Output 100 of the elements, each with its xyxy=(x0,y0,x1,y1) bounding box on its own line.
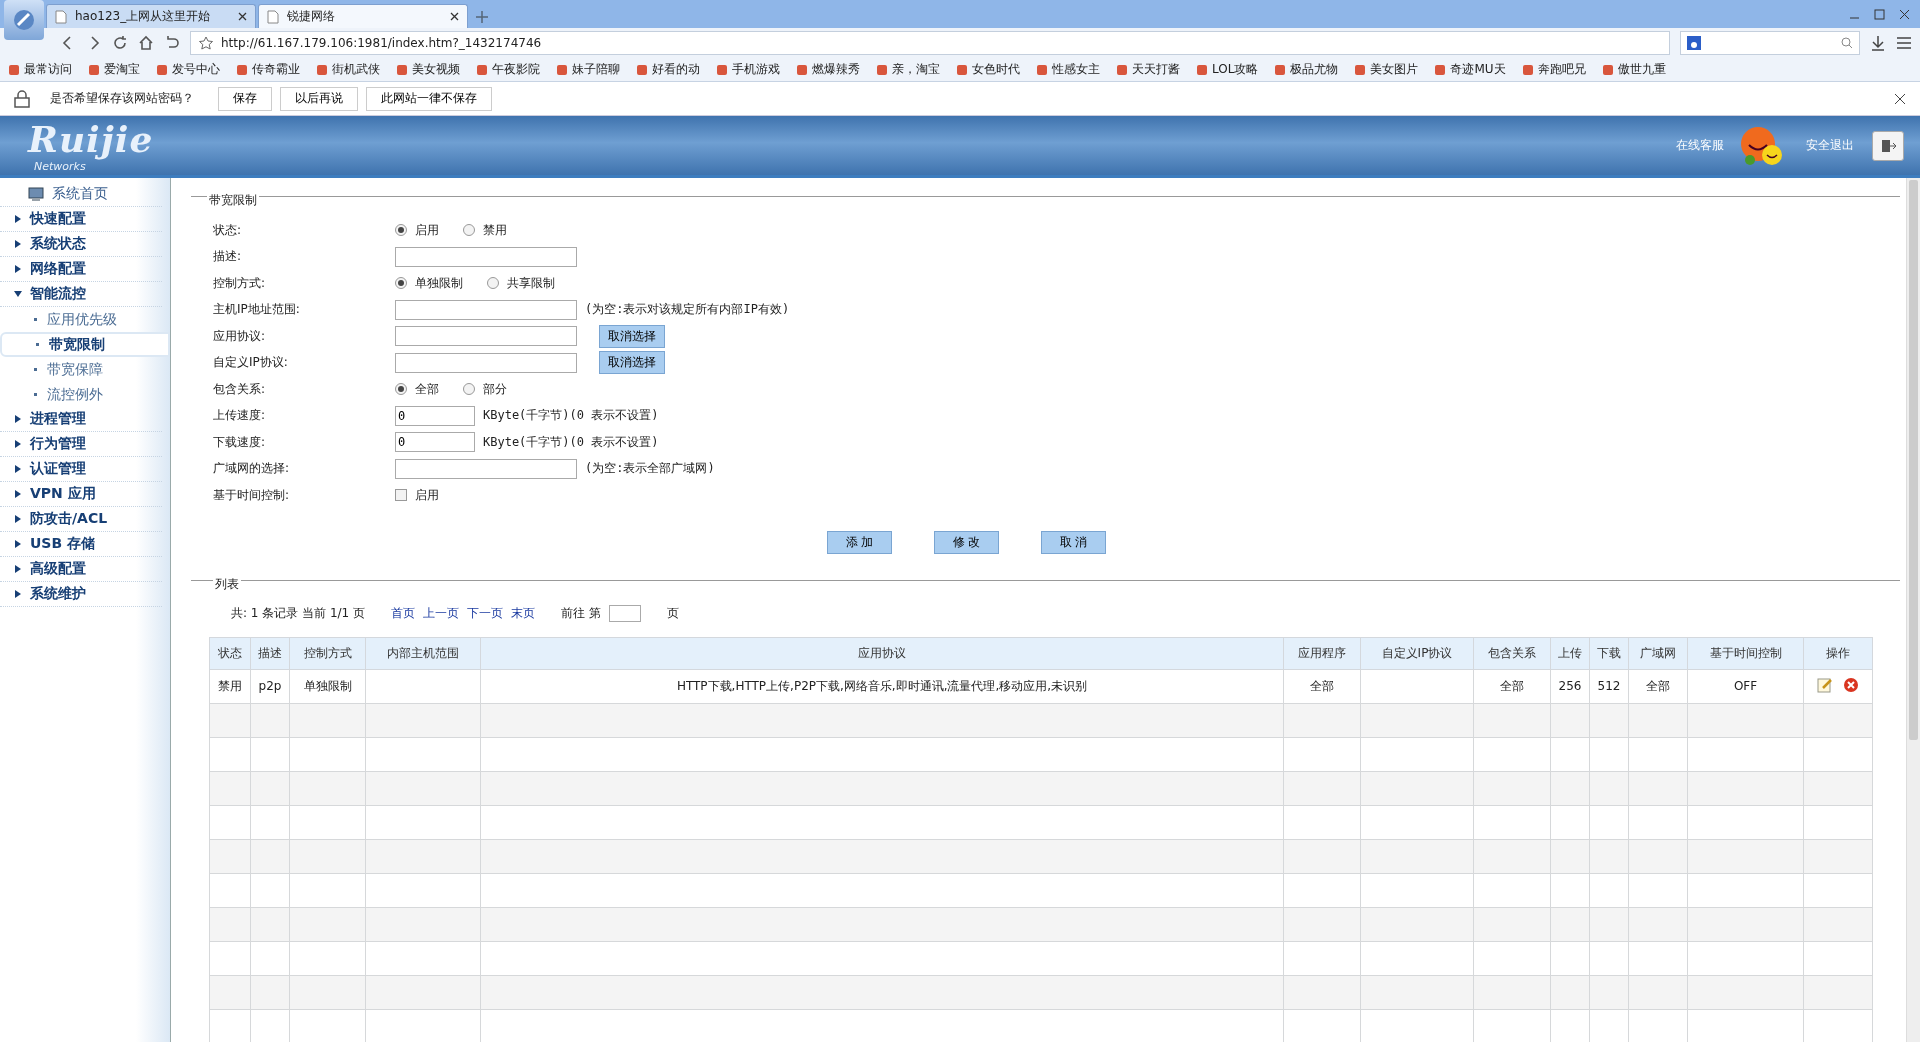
pager-link[interactable]: 末页 xyxy=(511,605,536,622)
sidebar-item[interactable]: 系统状态 xyxy=(0,232,162,257)
sidebar-subitem[interactable]: 带宽限制 xyxy=(0,332,170,357)
bookmark-link[interactable]: 美女视频 xyxy=(396,61,460,78)
search-field[interactable] xyxy=(1680,31,1860,55)
record-summary: 共: 1 条记录 当前 1/1 页 xyxy=(231,605,366,622)
scrollbar[interactable] xyxy=(1906,178,1920,1042)
sidebar-item[interactable]: 智能流控 xyxy=(0,282,162,307)
radio-option[interactable]: 单独限制 xyxy=(395,274,463,292)
page-number-field[interactable] xyxy=(608,605,641,622)
plus-icon xyxy=(475,10,489,24)
bookmark-link[interactable]: 奇迹MU天 xyxy=(1434,61,1506,78)
home-icon[interactable] xyxy=(138,35,154,51)
sidebar-subitem[interactable]: 流控例外 xyxy=(0,382,170,407)
download-icon[interactable] xyxy=(1870,35,1886,51)
bookmark-link[interactable]: 傲世九重 xyxy=(1601,61,1666,78)
radio-option[interactable]: 禁用 xyxy=(463,221,507,239)
bookmark-link[interactable]: 美女图片 xyxy=(1354,61,1419,78)
bookmark-link[interactable]: 午夜影院 xyxy=(476,61,540,78)
action-button[interactable]: 取 消 xyxy=(1041,530,1106,554)
caret-right-icon xyxy=(14,265,22,273)
bookmark-link[interactable]: LOL攻略 xyxy=(1196,61,1259,78)
bookmark-link[interactable]: 女色时代 xyxy=(956,61,1020,78)
sidebar-item[interactable]: 进程管理 xyxy=(0,407,162,432)
sidebar-item[interactable]: 系统维护 xyxy=(0,582,162,607)
sidebar-item[interactable]: VPN 应用 xyxy=(0,482,162,507)
close-icon[interactable] xyxy=(1894,92,1906,105)
input-field[interactable] xyxy=(395,326,577,347)
prompt-button[interactable]: 以后再说 xyxy=(280,86,358,111)
bookmark-icon xyxy=(956,63,968,76)
field-label: 广域网的选择: xyxy=(213,460,291,478)
field-label: 下载速度: xyxy=(213,433,267,451)
pager-link[interactable]: 上一页 xyxy=(423,605,460,622)
radio-option[interactable]: 共享限制 xyxy=(487,274,555,292)
bookmark-link[interactable]: 爱淘宝 xyxy=(88,61,140,78)
search-icon[interactable] xyxy=(1841,37,1853,49)
close-icon[interactable] xyxy=(450,12,459,21)
maximize-icon[interactable] xyxy=(1874,8,1885,20)
input-field[interactable] xyxy=(395,299,577,320)
bookmark-link[interactable]: 天天打酱 xyxy=(1116,61,1180,78)
action-button[interactable]: 修 改 xyxy=(934,530,999,554)
input-field[interactable]: 0 xyxy=(395,405,475,426)
sidebar-subitem[interactable]: 带宽保障 xyxy=(0,357,170,382)
browser-logo-icon[interactable] xyxy=(4,0,44,40)
delete-icon[interactable] xyxy=(1843,676,1859,693)
radio-option[interactable]: 全部 xyxy=(395,380,439,398)
input-field[interactable]: 0 xyxy=(395,432,475,453)
bookmark-link[interactable]: 妹子陪聊 xyxy=(556,61,620,78)
close-icon[interactable] xyxy=(1899,8,1910,20)
bookmark-icon xyxy=(1036,63,1048,76)
input-field[interactable] xyxy=(395,458,577,479)
bookmark-link[interactable]: 街机武侠 xyxy=(316,61,380,78)
exit-button[interactable] xyxy=(1872,130,1904,161)
bookmark-link[interactable]: 传奇霸业 xyxy=(236,61,300,78)
caret-right-icon xyxy=(14,515,22,523)
bookmark-link[interactable]: 最常访问 xyxy=(8,61,72,78)
pager-link[interactable]: 下一页 xyxy=(467,605,504,622)
prompt-button[interactable]: 保存 xyxy=(218,86,272,111)
bookmark-link[interactable]: 奔跑吧兄 xyxy=(1521,61,1586,78)
bookmark-link[interactable]: 好看的动 xyxy=(636,61,700,78)
deselect-button[interactable]: 取消选择 xyxy=(599,324,665,348)
star-icon[interactable] xyxy=(199,36,213,50)
reload-icon[interactable] xyxy=(112,35,128,51)
undo-icon[interactable] xyxy=(164,35,180,51)
input-field[interactable] xyxy=(395,246,577,267)
bookmark-link[interactable]: 极品尤物 xyxy=(1274,61,1339,78)
sidebar-item[interactable]: 行为管理 xyxy=(0,432,162,457)
bookmark-link[interactable]: 手机游戏 xyxy=(716,61,780,78)
bookmark-icon xyxy=(636,63,648,76)
sidebar-item[interactable]: 网络配置 xyxy=(0,257,162,282)
table-cell: 禁用 xyxy=(209,669,251,703)
prompt-button[interactable]: 此网站一律不保存 xyxy=(366,86,492,111)
sidebar-item[interactable]: 快速配置 xyxy=(0,207,162,232)
bookmark-link[interactable]: 发号中心 xyxy=(156,61,220,78)
bookmark-link[interactable]: 燃爆辣秀 xyxy=(796,61,860,78)
sidebar-item[interactable]: 系统首页 xyxy=(0,182,162,207)
browser-tab[interactable]: hao123_上网从这里开始 xyxy=(46,4,256,28)
bookmark-icon xyxy=(8,63,20,76)
deselect-button[interactable]: 取消选择 xyxy=(599,351,665,375)
logo-subtitle: Networks xyxy=(34,160,87,173)
goto-suffix: 页 xyxy=(666,605,679,622)
sidebar-subitem[interactable]: 应用优先级 xyxy=(0,307,170,332)
sidebar-item[interactable]: USB 存储 xyxy=(0,532,162,557)
radio-option[interactable]: 部分 xyxy=(463,380,507,398)
sidebar-item[interactable]: 高级配置 xyxy=(0,557,162,582)
bookmark-link[interactable]: 性感女主 xyxy=(1036,61,1100,78)
menu-icon[interactable] xyxy=(1896,36,1912,50)
bookmark-link[interactable]: 亲，淘宝 xyxy=(876,61,940,78)
bookmark-icon xyxy=(876,63,888,76)
input-field[interactable] xyxy=(395,352,577,373)
radio-option[interactable]: 启用 xyxy=(395,221,439,239)
sidebar-item[interactable]: 防攻击/ACL xyxy=(0,507,162,532)
edit-icon[interactable] xyxy=(1817,676,1833,693)
checkbox-option[interactable]: 启用 xyxy=(395,486,439,504)
action-button[interactable]: 添 加 xyxy=(827,530,892,554)
close-icon[interactable] xyxy=(238,12,247,21)
address-bar[interactable]: http://61.167.179.106:1981/index.htm?_1432174746 xyxy=(190,31,1670,55)
browser-tab[interactable]: 锐捷网络 xyxy=(258,4,468,28)
sidebar-item[interactable]: 认证管理 xyxy=(0,457,162,482)
pager-link[interactable]: 首页 xyxy=(391,605,416,622)
